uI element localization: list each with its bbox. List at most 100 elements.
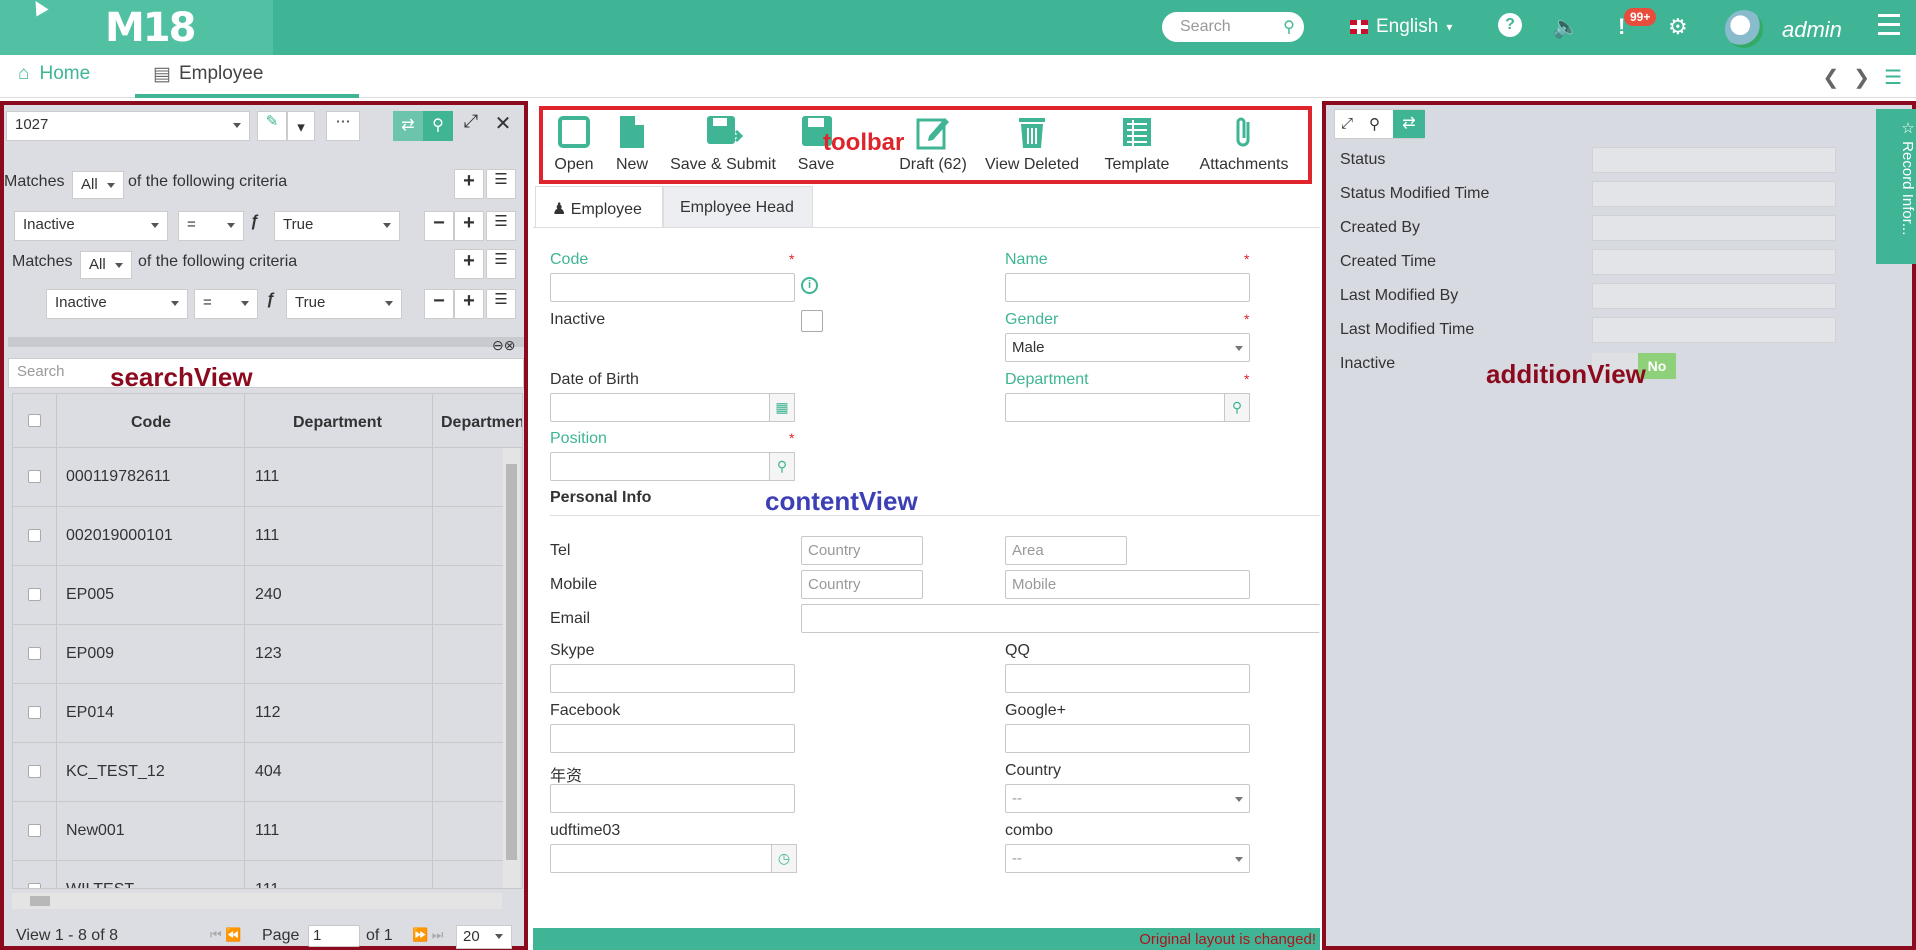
position-input[interactable] <box>550 452 770 481</box>
table-row[interactable]: KC_TEST_12 404 <box>13 743 503 802</box>
switch-icon[interactable]: ⇄ <box>393 111 423 141</box>
pin-icon[interactable]: ⚲ <box>423 111 453 141</box>
horizontal-scrollbar[interactable] <box>12 893 502 909</box>
mobile-number-input[interactable]: Mobile <box>1005 570 1250 599</box>
grid-col-department[interactable]: Department <box>293 414 382 432</box>
select-all-checkbox[interactable] <box>28 414 41 427</box>
grid-col-department-2[interactable]: Departmen <box>441 414 522 432</box>
toolbar-open-button[interactable]: Open <box>549 114 599 174</box>
row-checkbox[interactable] <box>28 765 41 778</box>
menu-icon[interactable] <box>1878 14 1900 41</box>
toolbar-template-button[interactable]: Template <box>1097 114 1177 174</box>
record-select[interactable]: 1027 <box>6 111 250 141</box>
remove-criteria-button[interactable]: − <box>424 289 454 319</box>
add-criteria-button[interactable]: + <box>454 169 484 199</box>
row-checkbox[interactable] <box>28 647 41 660</box>
code-input[interactable] <box>550 273 795 302</box>
row-checkbox[interactable] <box>28 824 41 837</box>
list-icon[interactable]: ☰ <box>486 211 516 241</box>
tab-employee[interactable]: ▤ Employee <box>135 55 359 98</box>
name-input[interactable] <box>1005 273 1250 302</box>
table-row[interactable]: 000119782611 111 <box>13 448 503 507</box>
add-criteria-button[interactable]: + <box>454 289 484 319</box>
grid-col-code[interactable]: Code <box>131 414 171 432</box>
chevron-left-icon[interactable]: ❮ <box>1823 65 1840 90</box>
gear-icon[interactable]: ⚙ <box>1668 14 1688 40</box>
combo-select[interactable]: -- <box>1005 844 1250 873</box>
tel-area-input[interactable]: Area <box>1005 536 1127 565</box>
search-icon[interactable]: ⚲ <box>1224 393 1250 422</box>
criteria-value-select[interactable]: True <box>286 289 402 319</box>
criteria-op-select[interactable]: = <box>178 211 244 241</box>
app-logo[interactable]: M18 <box>105 5 196 51</box>
email-input[interactable] <box>801 604 1320 633</box>
matches-select[interactable]: All <box>72 171 124 199</box>
add-criteria-button[interactable]: + <box>454 249 484 279</box>
language-selector[interactable]: English ▾ <box>1350 16 1452 38</box>
content-tab-employee-head[interactable]: Employee Head <box>663 186 813 228</box>
scrollbar-thumb[interactable] <box>30 896 50 906</box>
table-row[interactable]: EP009 123 <box>13 625 503 684</box>
content-tab-employee[interactable]: ♟ Employee <box>535 186 663 228</box>
udftime-input[interactable] <box>550 844 772 873</box>
function-icon[interactable]: ƒ <box>250 213 259 231</box>
list-icon[interactable]: ☰ <box>486 289 516 319</box>
search-icon[interactable]: ⚲ <box>1274 17 1304 37</box>
toolbar-view-deleted-button[interactable]: View Deleted <box>975 114 1089 174</box>
pager-next-last[interactable]: ⏩ ⏭ <box>412 927 444 943</box>
toolbar-new-button[interactable]: New <box>607 114 657 174</box>
info-icon[interactable]: i <box>801 277 818 294</box>
clock-icon[interactable]: ◷ <box>771 844 797 873</box>
expand-icon[interactable]: ⤢ <box>1341 115 1353 132</box>
remove-criteria-button[interactable]: − <box>424 211 454 241</box>
toolbar-save-submit-button[interactable]: Save & Submit <box>663 114 783 174</box>
qq-input[interactable] <box>1005 664 1250 693</box>
table-row[interactable]: 002019000101 111 <box>13 507 503 566</box>
switch-icon[interactable]: ⇄ <box>1393 110 1425 138</box>
row-checkbox[interactable] <box>28 470 41 483</box>
global-search[interactable]: Search ⚲ <box>1162 12 1304 42</box>
row-checkbox[interactable] <box>28 529 41 542</box>
list-icon[interactable]: ☰ <box>486 169 516 199</box>
criteria-field-select[interactable]: Inactive <box>14 211 168 241</box>
dob-input[interactable] <box>550 393 770 422</box>
criteria-field-select[interactable]: Inactive <box>46 289 188 319</box>
pager-page-input[interactable]: 1 <box>308 925 360 947</box>
country-select[interactable]: -- <box>1005 784 1250 813</box>
skype-input[interactable] <box>550 664 795 693</box>
department-input[interactable] <box>1005 393 1225 422</box>
expand-icon[interactable]: ⤢ <box>456 111 486 141</box>
help-icon[interactable]: ? <box>1498 13 1522 37</box>
criteria-value-select[interactable]: True <box>274 211 400 241</box>
tel-country-input[interactable]: Country <box>801 536 923 565</box>
user-name[interactable]: admin <box>1782 17 1842 43</box>
mobile-country-input[interactable]: Country <box>801 570 923 599</box>
search-icon[interactable]: ⚲ <box>769 452 795 481</box>
global-search-input[interactable]: Search <box>1180 18 1231 36</box>
pin-icon[interactable]: ⚲ <box>1369 115 1380 133</box>
grid-search-input[interactable]: Search <box>8 358 524 388</box>
table-row[interactable]: EP014 112 <box>13 684 503 743</box>
toolbar-attachments-button[interactable]: Attachments <box>1189 114 1299 174</box>
layers-icon[interactable]: ☰ <box>1884 65 1902 90</box>
record-info-tab[interactable]: ☆ Record Infor... <box>1876 109 1916 264</box>
collapse-icon[interactable]: ⊖⊗ <box>492 337 515 354</box>
row-checkbox[interactable] <box>28 588 41 601</box>
splitter[interactable] <box>8 337 524 347</box>
edit-dropdown-button[interactable]: ▾ <box>287 111 315 141</box>
google-input[interactable] <box>1005 724 1250 753</box>
row-checkbox[interactable] <box>28 706 41 719</box>
vertical-scrollbar[interactable] <box>503 448 520 888</box>
add-criteria-button[interactable]: + <box>454 211 484 241</box>
tab-home[interactable]: ⌂ Home <box>18 63 90 85</box>
row-checkbox[interactable] <box>28 883 41 888</box>
avatar[interactable] <box>1725 10 1763 48</box>
list-icon[interactable]: ☰ <box>486 249 516 279</box>
calendar-icon[interactable]: ▦ <box>769 393 795 422</box>
sound-icon[interactable]: 🔈 <box>1552 14 1579 40</box>
matches-select[interactable]: All <box>80 251 132 279</box>
table-row[interactable]: WILTEST 111 <box>13 861 503 888</box>
facebook-input[interactable] <box>550 724 795 753</box>
gender-select[interactable]: Male <box>1005 333 1250 362</box>
pager-first-prev[interactable]: ⏮ ⏪ <box>210 927 242 943</box>
